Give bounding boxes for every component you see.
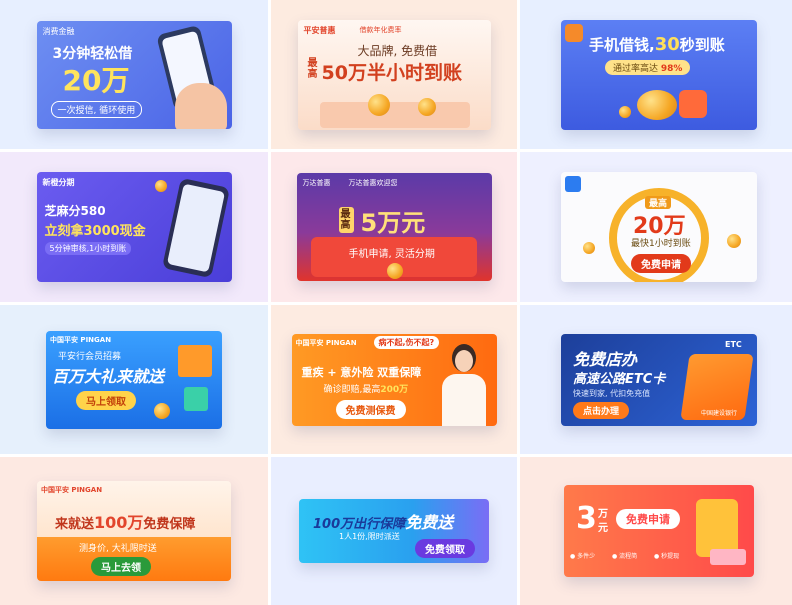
platform-illustration	[319, 101, 470, 128]
hand-illustration	[174, 82, 227, 129]
banner-brand: 平安普惠	[303, 25, 336, 35]
banner-badge: 万达普惠欢迎您	[348, 179, 398, 187]
brand-logo	[565, 23, 583, 42]
coin-icon	[619, 105, 631, 118]
banner-sub: 1人1份,限时派送	[339, 532, 400, 541]
banner-tag: 平安行会员招募	[58, 351, 122, 362]
banner-amount: 20万	[62, 63, 130, 97]
banner-line2: 高速公路ETC卡	[573, 371, 666, 387]
banner-20w-fast[interactable]: 最高 20万 最快1小时到账 免费申请	[561, 172, 757, 282]
cash-stack-icon	[710, 549, 746, 565]
brand-logo	[565, 176, 581, 192]
coin-icon	[583, 242, 595, 254]
rate-strip: 通过率高达 98%	[605, 59, 691, 75]
banner-line1: 大品牌, 免费借	[357, 43, 438, 58]
amount-unit-top: 万	[598, 509, 608, 520]
banner-loan-50w[interactable]: 平安普惠 借款年化费率 大品牌, 免费借 最高 50万半小时到账	[297, 19, 491, 130]
gift-box-icon	[178, 344, 212, 377]
apply-button[interactable]: 免费申请	[631, 254, 691, 273]
banner-member-gift[interactable]: 中国平安 PINGAN 平安行会员招募 百万大礼来就送 马上领取	[46, 330, 222, 429]
banner-line3: 5分钟审核,1小时到账	[44, 242, 132, 255]
banner-loan-20w[interactable]: 消费金融 3分钟轻松借 20万 一次授信, 循环使用	[36, 20, 232, 129]
feature-item: ● 秒提现	[654, 553, 680, 560]
amount-unit-bottom: 元	[598, 523, 608, 534]
etc-logo: ETC	[725, 339, 742, 349]
banner-prefix: 最高	[338, 207, 354, 233]
banner-prefix: 最高	[307, 57, 318, 80]
banner-brand: 中国平安 PINGAN	[50, 335, 112, 344]
banner-3w[interactable]: 3 万 元 免费申请 ● 多件少 ● 流程简 ● 秒提现	[564, 485, 754, 577]
feature-item: ● 多件少	[570, 553, 596, 560]
banner-line1: 芝麻分580	[44, 204, 106, 218]
phone-illustration	[161, 177, 230, 279]
banner-headline: 百万大礼来就送	[52, 366, 165, 386]
banner-line2: 立刻拿3000现金	[44, 224, 146, 239]
person-illustration	[441, 343, 486, 426]
coin-icon	[367, 93, 390, 116]
claim-button[interactable]: 马上领取	[76, 390, 136, 410]
bank-name: 中国建设银行	[701, 409, 738, 417]
banner-wanda[interactable]: 万达普惠 万达普惠欢迎您 最高 5万元 手机申请, 灵活分期	[296, 173, 492, 281]
cell-7: 中国平安 PINGAN 平安行会员招募 百万大礼来就送 马上领取	[0, 305, 268, 454]
feature-item: ● 流程简	[612, 553, 638, 560]
banner-sub: 测身价, 大礼限时送	[79, 544, 157, 554]
apply-button[interactable]: 点击办理	[573, 401, 630, 419]
cell-2: 平安普惠 借款年化费率 大品牌, 免费借 最高 50万半小时到账	[271, 0, 517, 149]
cell-11: 100万出行保障免费送 1人1份,限时派送 免费领取	[271, 457, 517, 605]
cell-4: 新橙分期 芝麻分580 立刻拿3000现金 5分钟审核,1小时到账	[0, 152, 268, 302]
cell-6: 最高 20万 最快1小时到账 免费申请	[520, 152, 792, 302]
banner-line2: 确诊即赔,最高200万	[323, 384, 409, 395]
cell-8: 中国平安 PINGAN 病不起,伤不起? 重疾 + 意外险 双重保障 确诊即赔,…	[271, 305, 517, 454]
banner-brand: 中国平安 PINGAN	[41, 486, 103, 494]
coin-icon	[154, 402, 170, 419]
coin-icon	[417, 97, 436, 116]
banner-brand: 新橙分期	[42, 178, 75, 187]
banner-travel-coverage[interactable]: 100万出行保障免费送 1人1份,限时派送 免费领取	[299, 499, 489, 563]
banner-headline: 免费店办	[573, 349, 638, 369]
banner-amount: 5万元	[360, 209, 426, 237]
gift-box-icon	[184, 386, 208, 411]
banner-etc[interactable]: ETC 免费店办 高速公路ETC卡 快速到家, 代扣免充值 点击办理 中国建设银…	[561, 333, 757, 426]
banner-line3: 快速到家, 代扣免充值	[573, 388, 651, 398]
banner-badge: 借款年化费率	[359, 25, 402, 34]
coin-icon	[727, 234, 741, 248]
banner-brand: 中国平安 PINGAN	[295, 338, 357, 347]
banner-headline: 100万出行保障免费送	[313, 513, 454, 532]
banner-insurance[interactable]: 中国平安 PINGAN 病不起,伤不起? 重疾 + 意外险 双重保障 确诊即赔,…	[291, 333, 497, 426]
gift-bag-icon	[679, 89, 707, 118]
banner-headline: 50万半小时到账	[321, 61, 462, 84]
apply-button[interactable]: 免费申请	[616, 509, 680, 529]
coin-pile-icon	[637, 89, 677, 120]
banner-zhima[interactable]: 新橙分期 芝麻分580 立刻拿3000现金 5分钟审核,1小时到账	[36, 172, 232, 282]
speech-bubble: 病不起,伤不起?	[373, 335, 440, 349]
coin-icon	[154, 180, 167, 192]
cell-3: 手机借钱,30秒到账 通过率高达 98%	[520, 0, 792, 149]
banner-tagline: 一次授信, 循环使用	[50, 100, 143, 118]
banner-phone-loan[interactable]: 手机借钱,30秒到账 通过率高达 98%	[561, 19, 757, 130]
banner-sub: 最快1小时到账	[631, 239, 691, 249]
banner-headline: 来就送100万免费保障	[55, 513, 196, 532]
banner-brand: 万达普惠	[302, 179, 331, 187]
banner-headline: 手机借钱,30秒到账	[589, 33, 725, 55]
banner-line1: 重疾 + 意外险 双重保障	[301, 365, 422, 379]
banner-amount: 3	[576, 501, 597, 536]
cell-5: 万达普惠 万达普惠欢迎您 最高 5万元 手机申请, 灵活分期	[271, 152, 517, 302]
quote-button[interactable]: 免费测保费	[335, 399, 406, 419]
cell-1: 消费金融 3分钟轻松借 20万 一次授信, 循环使用	[0, 0, 268, 149]
claim-button[interactable]: 马上去领	[91, 557, 151, 576]
banner-100w-coverage[interactable]: 中国平安 PINGAN 来就送100万免费保障 测身价, 大礼限时送 马上去领	[37, 481, 231, 581]
cell-12: 3 万 元 免费申请 ● 多件少 ● 流程简 ● 秒提现	[520, 457, 792, 605]
cell-10: 中国平安 PINGAN 来就送100万免费保障 测身价, 大礼限时送 马上去领	[0, 457, 268, 605]
banner-brand: 消费金融	[42, 26, 75, 36]
banner-sub: 手机申请, 灵活分期	[348, 249, 435, 260]
banner-gallery: 消费金融 3分钟轻松借 20万 一次授信, 循环使用 平安普惠 借款年化费率 大…	[0, 0, 792, 605]
coin-icon	[386, 263, 403, 279]
claim-button[interactable]: 免费领取	[415, 539, 475, 558]
cell-9: ETC 免费店办 高速公路ETC卡 快速到家, 代扣免充值 点击办理 中国建设银…	[520, 305, 792, 454]
